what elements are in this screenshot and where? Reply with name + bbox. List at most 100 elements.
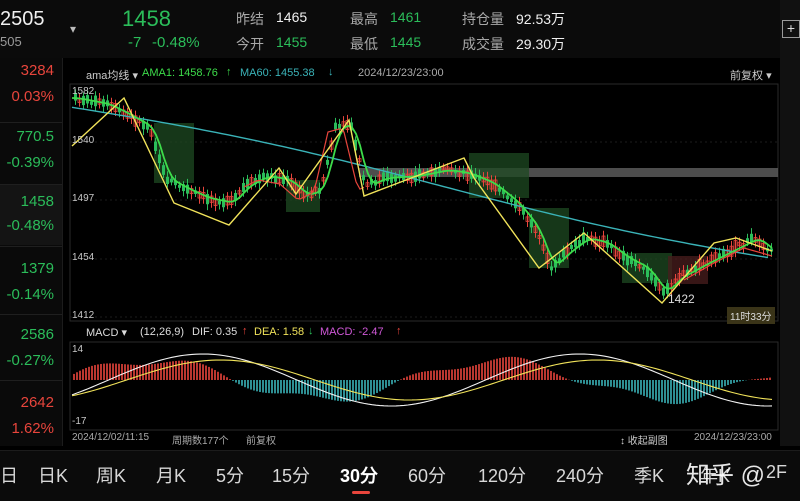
tab-60min[interactable]: 60分 bbox=[408, 462, 446, 488]
quote-header: 2505 505 ▾ 1458 -7 -0.48% 昨结 1465 今开 145… bbox=[0, 0, 800, 58]
tab-120min[interactable]: 120分 bbox=[478, 462, 526, 488]
watchlist-item[interactable]: 770.5 -0.39% bbox=[0, 124, 62, 184]
tab-30min[interactable]: 30分 bbox=[340, 462, 378, 488]
chevron-down-icon: ▾ bbox=[121, 327, 127, 339]
tab-day-partial[interactable]: 日 bbox=[0, 462, 18, 488]
dif-legend: DIF: 0.35 bbox=[192, 326, 238, 338]
prev-close-value: 1465 bbox=[276, 9, 308, 25]
add-indicator-icon[interactable]: + bbox=[782, 20, 800, 38]
arrow-down-icon: ↓ bbox=[328, 66, 334, 78]
candle-body bbox=[170, 178, 173, 183]
price-change: -7 bbox=[128, 34, 142, 51]
divider bbox=[0, 246, 62, 247]
main-timestamp: 2024/12/23/23:00 bbox=[358, 67, 444, 79]
watchlist-panel: 3284 0.03% 770.5 -0.39% 1458 -0.48% 1379… bbox=[0, 58, 63, 446]
candle-body bbox=[506, 195, 509, 200]
candle-body bbox=[662, 287, 665, 296]
macd-legend: MACD: -2.47 bbox=[320, 326, 384, 338]
candle-body bbox=[570, 244, 573, 249]
contract-code: 2505 bbox=[0, 8, 45, 30]
y-tick: 1454 bbox=[72, 252, 95, 263]
candle-body bbox=[82, 95, 85, 106]
countdown-badge: 11时33分 bbox=[727, 307, 775, 324]
tab-more[interactable]: 2F bbox=[766, 462, 787, 483]
adjust-selector[interactable]: 前复权 ▾ bbox=[730, 67, 772, 83]
indicator-selector[interactable]: ama均线 ▾ bbox=[86, 67, 138, 83]
end-time: 2024/12/23/23:00 bbox=[694, 432, 772, 443]
kline-chart[interactable] bbox=[64, 58, 780, 446]
watchlist-item-selected[interactable]: 1458 -0.48% bbox=[0, 185, 62, 245]
prev-close-label: 昨结 bbox=[236, 11, 264, 27]
watchlist-item[interactable]: 2642 1.62% bbox=[0, 382, 62, 446]
watchlist-pct: 0.03% bbox=[11, 88, 54, 105]
candle-body bbox=[90, 101, 93, 105]
watchlist-price: 1458 bbox=[20, 193, 54, 210]
tab-week-k[interactable]: 周K bbox=[96, 462, 126, 488]
period-count: 周期数177个 bbox=[172, 436, 229, 447]
candle-body bbox=[334, 122, 337, 130]
candle-body bbox=[510, 198, 513, 203]
dif-line bbox=[71, 353, 773, 407]
divider bbox=[0, 380, 62, 381]
candle-body bbox=[362, 175, 365, 181]
tab-quarter-k[interactable]: 季K bbox=[634, 462, 664, 488]
active-tab-indicator bbox=[352, 491, 370, 494]
watchlist-price: 3284 bbox=[20, 62, 54, 79]
candle-body bbox=[218, 200, 221, 205]
low-price-marker: 1422 bbox=[668, 292, 695, 306]
high-value: 1461 bbox=[390, 9, 422, 25]
candle-body bbox=[178, 184, 181, 188]
indicator-label: ama均线 bbox=[86, 70, 130, 82]
last-price: 1458 bbox=[122, 6, 171, 31]
tab-5min[interactable]: 5分 bbox=[216, 462, 244, 488]
open-interest-value: 92.53万 bbox=[516, 11, 566, 27]
candle-body bbox=[246, 178, 249, 189]
open-label: 今开 bbox=[236, 36, 264, 52]
watchlist-pct: -0.48% bbox=[6, 217, 54, 234]
collapse-subchart-button[interactable]: ↕ 收起副图 bbox=[620, 432, 668, 447]
y-tick: 1582 bbox=[72, 86, 95, 97]
macd-params: (12,26,9) bbox=[140, 326, 185, 338]
price-change-pct: -0.48% bbox=[152, 34, 200, 51]
macd-histogram bbox=[73, 356, 771, 405]
tab-15min[interactable]: 15分 bbox=[272, 462, 310, 488]
watchlist-price: 1379 bbox=[20, 260, 54, 277]
candle-body bbox=[642, 266, 645, 270]
macd-name: MACD bbox=[86, 327, 119, 339]
macd-y-bottom: -17 bbox=[72, 416, 87, 427]
watchlist-price: 2586 bbox=[20, 326, 54, 343]
period-tabs: 日 日K 周K 月K 5分 15分 30分 60分 120分 240分 季K 年… bbox=[0, 450, 800, 501]
low-value: 1445 bbox=[390, 34, 422, 50]
footer-adjust: 前复权 bbox=[246, 436, 276, 447]
adjust-label: 前复权 bbox=[730, 70, 763, 82]
watchlist-item[interactable]: 3284 0.03% bbox=[0, 58, 62, 122]
tab-month-k[interactable]: 月K bbox=[156, 462, 186, 488]
dea-legend: DEA: 1.58 bbox=[254, 326, 305, 338]
chart-area[interactable]: ama均线 ▾ AMA1: 1458.76 ↑ MA60: 1455.38 ↓ … bbox=[64, 58, 780, 447]
candle-body bbox=[166, 176, 169, 185]
watchlist-item[interactable]: 1379 -0.14% bbox=[0, 248, 62, 308]
volume-value: 29.30万 bbox=[516, 36, 566, 52]
contract-sub-code: 505 bbox=[0, 34, 22, 49]
watchlist-price: 770.5 bbox=[16, 128, 54, 145]
low-label: 最低 bbox=[350, 36, 378, 52]
arrow-up-icon: ↑ bbox=[396, 325, 402, 337]
candle-body bbox=[650, 272, 653, 281]
chevron-down-icon: ▾ bbox=[766, 70, 772, 82]
dropdown-chevron-icon[interactable]: ▾ bbox=[70, 22, 76, 36]
arrow-up-icon: ↑ bbox=[226, 66, 232, 78]
candle-body bbox=[562, 249, 565, 258]
tab-day-k[interactable]: 日K bbox=[38, 462, 68, 488]
candle-body bbox=[154, 141, 157, 151]
arrow-down-icon: ↓ bbox=[308, 325, 314, 337]
candle-body bbox=[550, 266, 553, 271]
volume-label: 成交量 bbox=[462, 36, 504, 52]
open-value: 1455 bbox=[276, 34, 308, 50]
tab-240min[interactable]: 240分 bbox=[556, 462, 604, 488]
y-tick: 1497 bbox=[72, 193, 95, 204]
candle-body bbox=[654, 277, 657, 287]
watchlist-item[interactable]: 2586 -0.27% bbox=[0, 316, 62, 376]
right-rail: + bbox=[780, 0, 800, 446]
watermark: 知乎 @ bbox=[686, 462, 766, 489]
macd-selector[interactable]: MACD ▾ bbox=[86, 326, 127, 339]
